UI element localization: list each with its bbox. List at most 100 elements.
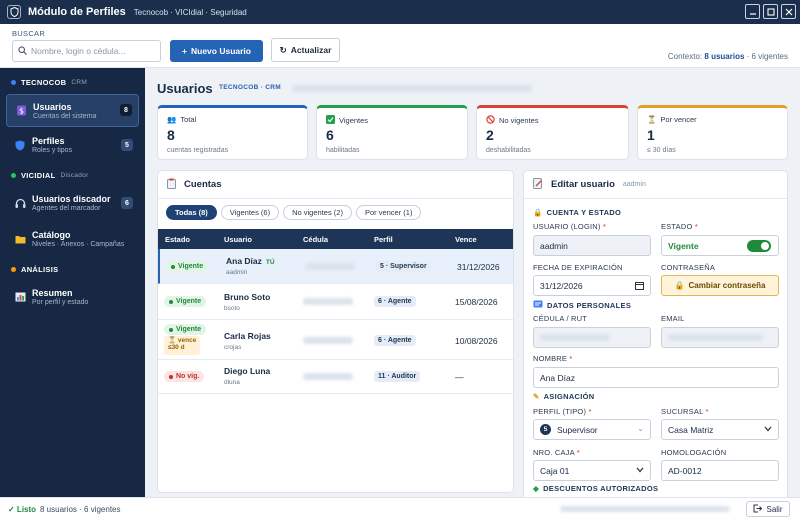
card-sub: cuentas registradas <box>167 147 229 154</box>
sidebar-item-catalogo[interactable]: Catálogo Niveles · Anexos · Campañas <box>6 224 139 254</box>
refresh-button[interactable]: ↻ Actualizar <box>271 38 340 62</box>
filter-no-vigentes[interactable]: No vigentes (2) <box>283 205 352 220</box>
section-dot <box>11 266 16 272</box>
profile-badge: 5 <box>540 424 551 435</box>
sidebar-item-label: Resumen <box>32 288 73 298</box>
close-icon[interactable] <box>781 4 796 19</box>
headset-icon <box>14 197 26 209</box>
email-field[interactable] <box>661 327 779 348</box>
status-text: 8 usuarios · 6 vigentes <box>40 505 121 514</box>
section-personal: DATOS PERSONALES <box>533 300 631 310</box>
calendar-icon[interactable] <box>635 281 644 292</box>
sidebar-item-sub: Roles y tipos <box>32 147 73 154</box>
sidebar-item-sub: Agentes del marcador <box>32 205 101 212</box>
section-dot <box>11 172 16 178</box>
card-value: 8 <box>167 127 175 143</box>
sidebar-section-vicidial: VICIDIAL Discador <box>0 168 145 182</box>
status-ready: ✓ Listo <box>8 505 37 514</box>
bar-chart-icon <box>14 291 26 303</box>
sidebar-item-perfiles[interactable]: Perfiles Roles y tipos 5 <box>6 130 139 160</box>
box-select[interactable]: Caja 01 <box>533 460 651 481</box>
redacted-cedula <box>305 263 355 270</box>
name-field[interactable]: Ana Díaz <box>533 367 779 388</box>
filter-all[interactable]: Todas (8) <box>166 205 217 220</box>
profile-badge: 6 · Agente <box>374 335 416 346</box>
table-row[interactable]: Vigente Ana Díaz TÚ aadmin 5 · Supervisor… <box>158 249 513 284</box>
window-subtitle: Tecnocob · VICIdial · Seguridad <box>133 7 247 17</box>
section-label: ANÁLISIS <box>21 264 59 274</box>
stat-card-por-vencer: ⏳ Por vencer 1 ≤ 30 días <box>637 105 788 160</box>
edit-login-tag: aadmin <box>622 181 646 188</box>
password-label: CONTRASEÑA <box>661 263 716 272</box>
state-toggle[interactable] <box>747 240 771 252</box>
stat-card-vigentes: Vigentes 6 habilitadas <box>316 105 468 160</box>
hourglass-icon: ⏳ <box>647 115 657 124</box>
section-label: TECNOCOB <box>21 77 67 87</box>
sidebar-item-sub: Por perfil y estado <box>32 299 89 306</box>
expiry-field[interactable]: 31/12/2026 <box>533 275 651 296</box>
search-input[interactable] <box>31 46 151 56</box>
card-title: Vigentes <box>339 116 369 125</box>
sidebar-item-sub: Cuentas del sistema <box>33 112 97 120</box>
id-field[interactable] <box>533 327 651 348</box>
user-name: Bruno Soto <box>224 292 271 302</box>
ban-icon <box>486 115 495 126</box>
filter-por-vencer[interactable]: Por vencer (1) <box>355 205 422 220</box>
maximize-icon[interactable] <box>763 4 778 19</box>
refresh-label: Actualizar <box>290 45 332 55</box>
title-bar: Módulo de Perfiles Tecnocob · VICIdial ·… <box>0 0 800 24</box>
branch-select[interactable]: Casa Matriz <box>661 419 779 440</box>
lock-icon: 🔒 <box>533 208 543 217</box>
toolbar: BUSCAR + Nuevo Usuario ↻ Actualizar Cont… <box>0 24 800 68</box>
card-title: Total <box>180 115 197 124</box>
card-sub: deshabilitadas <box>486 147 531 154</box>
col-perfil[interactable]: Perfil <box>374 235 393 244</box>
search-box[interactable] <box>12 40 161 62</box>
table-row[interactable]: Vigente Bruno Soto bsoto 6 · Agente 15/0… <box>158 284 513 320</box>
status-bar: ✓ Listo 8 usuarios · 6 vigentes Salir <box>0 497 800 519</box>
filter-vigentes[interactable]: Vigentes (6) <box>220 205 280 220</box>
profile-badge: 11 · Auditor <box>374 371 421 382</box>
sidebar-item-usuarios[interactable]: $ Usuarios Cuentas del sistema 8 <box>6 94 139 127</box>
table-row[interactable]: No vig. Diego Luna dluna 11 · Auditor — <box>158 360 513 394</box>
sidebar-item-resumen[interactable]: Resumen Por perfil y estado <box>6 282 139 312</box>
homolog-field[interactable]: AD-0012 <box>661 460 779 481</box>
col-usuario[interactable]: Usuario <box>224 235 252 244</box>
context-rest: · 6 vigentes <box>746 52 788 61</box>
section-asignacion: ✎ ASIGNACIÓN <box>533 392 595 401</box>
minimize-icon[interactable] <box>745 4 760 19</box>
shield-icon <box>14 139 26 151</box>
sidebar-item-usuarios-discador[interactable]: Usuarios discador Agentes del marcador 6 <box>6 188 139 218</box>
profile-select[interactable]: 5 Supervisor ⌄ <box>533 419 651 440</box>
card-title: No vigentes <box>499 116 539 125</box>
new-user-button[interactable]: + Nuevo Usuario <box>170 40 263 62</box>
sidebar-item-sub: Niveles · Anexos · Campañas <box>32 241 125 248</box>
user-name: Ana Díaz TÚ <box>226 256 275 266</box>
change-password-button[interactable]: 🔒 Cambiar contraseña <box>661 275 779 296</box>
col-cedula[interactable]: Cédula <box>303 235 328 244</box>
shield-icon <box>7 5 21 19</box>
col-estado[interactable]: Estado <box>165 235 190 244</box>
count-badge: 6 <box>121 197 133 209</box>
sidebar-section-analisis: ANÁLISIS <box>0 262 145 276</box>
edit-title: Editar usuario <box>551 179 615 190</box>
id-label: CÉDULA / RUT <box>533 314 588 323</box>
count-badge: 5 <box>121 139 133 151</box>
svg-text:$: $ <box>18 107 23 116</box>
stat-card-no-vigentes: No vigentes 2 deshabilitadas <box>476 105 629 160</box>
col-vence[interactable]: Vence <box>455 235 477 244</box>
redacted-text <box>560 506 730 512</box>
login-field[interactable]: aadmin <box>533 235 651 256</box>
plus-icon: + <box>182 46 187 56</box>
user-name: Diego Luna <box>224 366 271 376</box>
filter-chips: Todas (8) Vigentes (6) No vigentes (2) P… <box>166 205 422 220</box>
profile-badge: 6 · Agente <box>374 296 416 307</box>
accounts-panel: Cuentas Todas (8) Vigentes (6) No vigent… <box>157 170 514 493</box>
stat-card-total: 👥 Total 8 cuentas registradas <box>157 105 308 160</box>
refresh-icon: ↻ <box>279 44 287 55</box>
state-label: ESTADO * <box>661 222 698 231</box>
edit-header: Editar usuario aadmin <box>524 171 787 199</box>
table-row[interactable]: Vigente ⏳ vence ≤30 d Carla Rojas crojas … <box>158 320 513 360</box>
exit-button[interactable]: Salir <box>746 501 790 517</box>
profile-label: PERFIL (TIPO) * <box>533 407 592 416</box>
